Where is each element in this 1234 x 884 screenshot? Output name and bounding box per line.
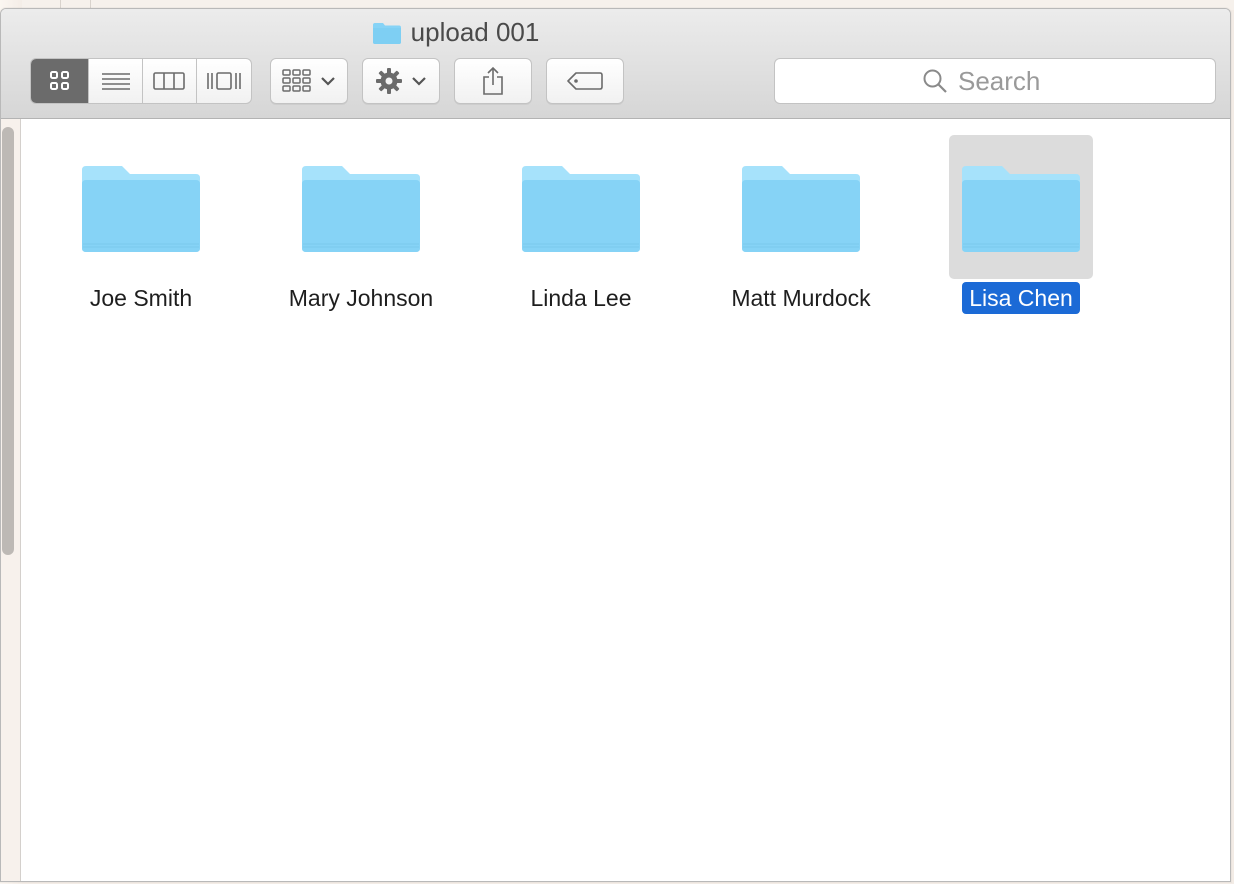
folder-content-area: Joe Smith Mary Johnson Linda Lee Matt Mu…	[21, 119, 1230, 881]
list-view-icon	[101, 73, 130, 90]
column-view-button[interactable]	[143, 59, 197, 103]
tag-icon	[567, 72, 603, 90]
folder-label: Mary Johnson	[288, 285, 434, 311]
view-mode-selector	[30, 58, 252, 104]
cover-flow-view-button[interactable]	[197, 59, 252, 103]
cover-flow-icon	[206, 72, 241, 90]
folder-icon-wrap	[509, 135, 653, 279]
folder-icon	[302, 166, 420, 252]
folder-item-matt-murdock[interactable]: Matt Murdock	[701, 127, 901, 327]
scrollbar-thumb[interactable]	[2, 127, 14, 555]
share-button[interactable]	[454, 58, 532, 104]
title-toolbar: upload 001	[1, 9, 1230, 119]
finder-window: upload 001 Search Joe Smith Mary Johnson…	[0, 8, 1231, 882]
folder-label: Joe Smith	[89, 285, 193, 311]
folder-label: Matt Murdock	[731, 285, 871, 311]
folder-icon	[962, 166, 1080, 252]
folder-icon	[522, 166, 640, 252]
icon-view-icon	[49, 71, 69, 90]
column-view-icon	[153, 72, 186, 90]
folder-item-linda-lee[interactable]: Linda Lee	[481, 127, 681, 327]
folder-icon	[742, 166, 860, 252]
folder-item-joe-smith[interactable]: Joe Smith	[41, 127, 241, 327]
chevron-down-icon	[412, 77, 426, 86]
list-view-button[interactable]	[89, 59, 143, 103]
search-field[interactable]	[774, 58, 1216, 104]
folder-label: Linda Lee	[530, 285, 632, 311]
folder-item-lisa-chen[interactable]: Lisa Chen	[921, 127, 1121, 327]
icon-view-button[interactable]	[31, 59, 90, 103]
share-icon	[483, 66, 503, 95]
gear-icon	[376, 68, 402, 94]
arrange-button[interactable]	[270, 58, 348, 104]
folder-icon	[82, 166, 200, 252]
folder-icon-wrap	[729, 135, 873, 279]
arrange-grid-icon	[282, 69, 311, 92]
folder-icon-wrap	[949, 135, 1093, 279]
folder-label-selected: Lisa Chen	[921, 282, 1121, 314]
folder-item-mary-johnson[interactable]: Mary Johnson	[261, 127, 461, 327]
window-title-text: upload 001	[410, 17, 540, 47]
action-button[interactable]	[362, 58, 440, 104]
folder-icon-wrap	[69, 135, 213, 279]
chevron-down-icon	[321, 77, 335, 86]
left-edge	[1, 119, 21, 881]
folder-icon	[372, 22, 401, 44]
search-icon	[923, 69, 947, 93]
folder-icon-wrap	[289, 135, 433, 279]
window-title: upload 001	[1, 17, 1070, 48]
search-input[interactable]	[958, 65, 1068, 97]
tag-button[interactable]	[546, 58, 624, 104]
